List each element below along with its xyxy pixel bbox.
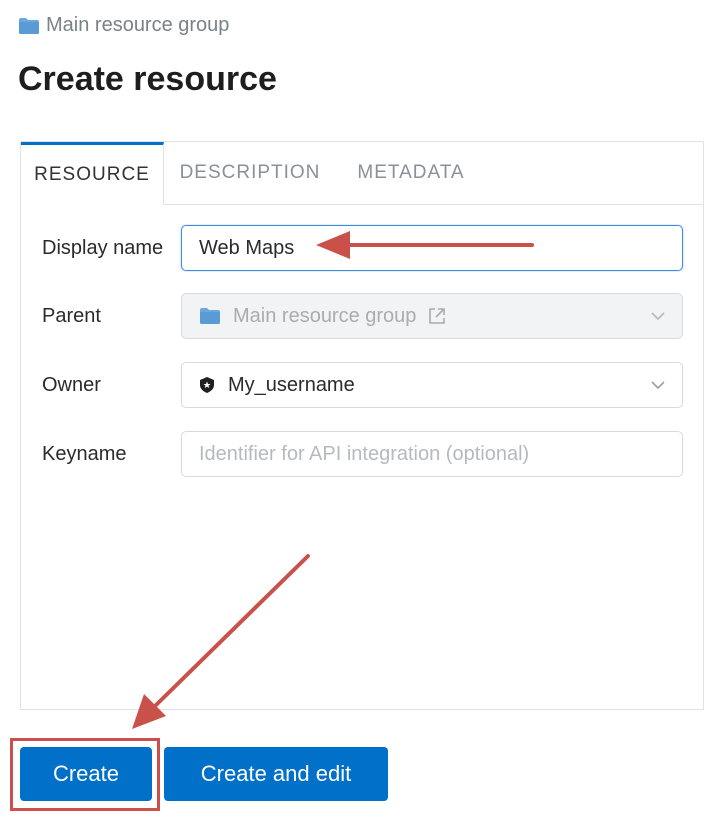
parent-row: Parent Main resource group (21, 293, 703, 339)
owner-label: Owner (42, 373, 101, 396)
tabs-panel: RESOURCE DESCRIPTION METADATA Display na… (20, 141, 704, 710)
owner-row: Owner My_username (21, 362, 703, 408)
keyname-field[interactable] (181, 431, 683, 477)
parent-select: Main resource group (181, 293, 683, 339)
keyname-input[interactable] (199, 442, 682, 466)
folder-icon (200, 308, 220, 324)
tab-metadata[interactable]: METADATA (336, 142, 486, 204)
display-name-row: Display name (21, 225, 703, 271)
chevron-down-icon[interactable] (650, 377, 666, 393)
breadcrumb[interactable]: Main resource group (18, 14, 229, 37)
folder-icon (19, 17, 39, 34)
breadcrumb-label[interactable]: Main resource group (46, 14, 229, 37)
page-title: Create resource (18, 60, 277, 98)
display-name-label: Display name (42, 236, 164, 259)
create-resource-page: Main resource group Create resource RESO… (0, 0, 721, 817)
owner-select[interactable]: My_username (181, 362, 683, 408)
tab-description[interactable]: DESCRIPTION (164, 142, 336, 204)
display-name-input[interactable] (199, 236, 682, 260)
parent-value: Main resource group (233, 304, 417, 327)
tab-bar: RESOURCE DESCRIPTION METADATA (21, 142, 703, 205)
owner-value: My_username (228, 373, 355, 396)
shield-star-icon (200, 377, 214, 393)
create-and-edit-button[interactable]: Create and edit (164, 747, 388, 801)
parent-label: Parent (42, 304, 101, 327)
keyname-label: Keyname (42, 442, 127, 465)
display-name-field[interactable] (181, 225, 683, 271)
tab-resource[interactable]: RESOURCE (21, 142, 164, 205)
keyname-row: Keyname (21, 431, 703, 477)
external-link-icon[interactable] (428, 307, 446, 325)
annotation-highlight-box (10, 738, 160, 811)
chevron-down-icon (651, 312, 665, 321)
